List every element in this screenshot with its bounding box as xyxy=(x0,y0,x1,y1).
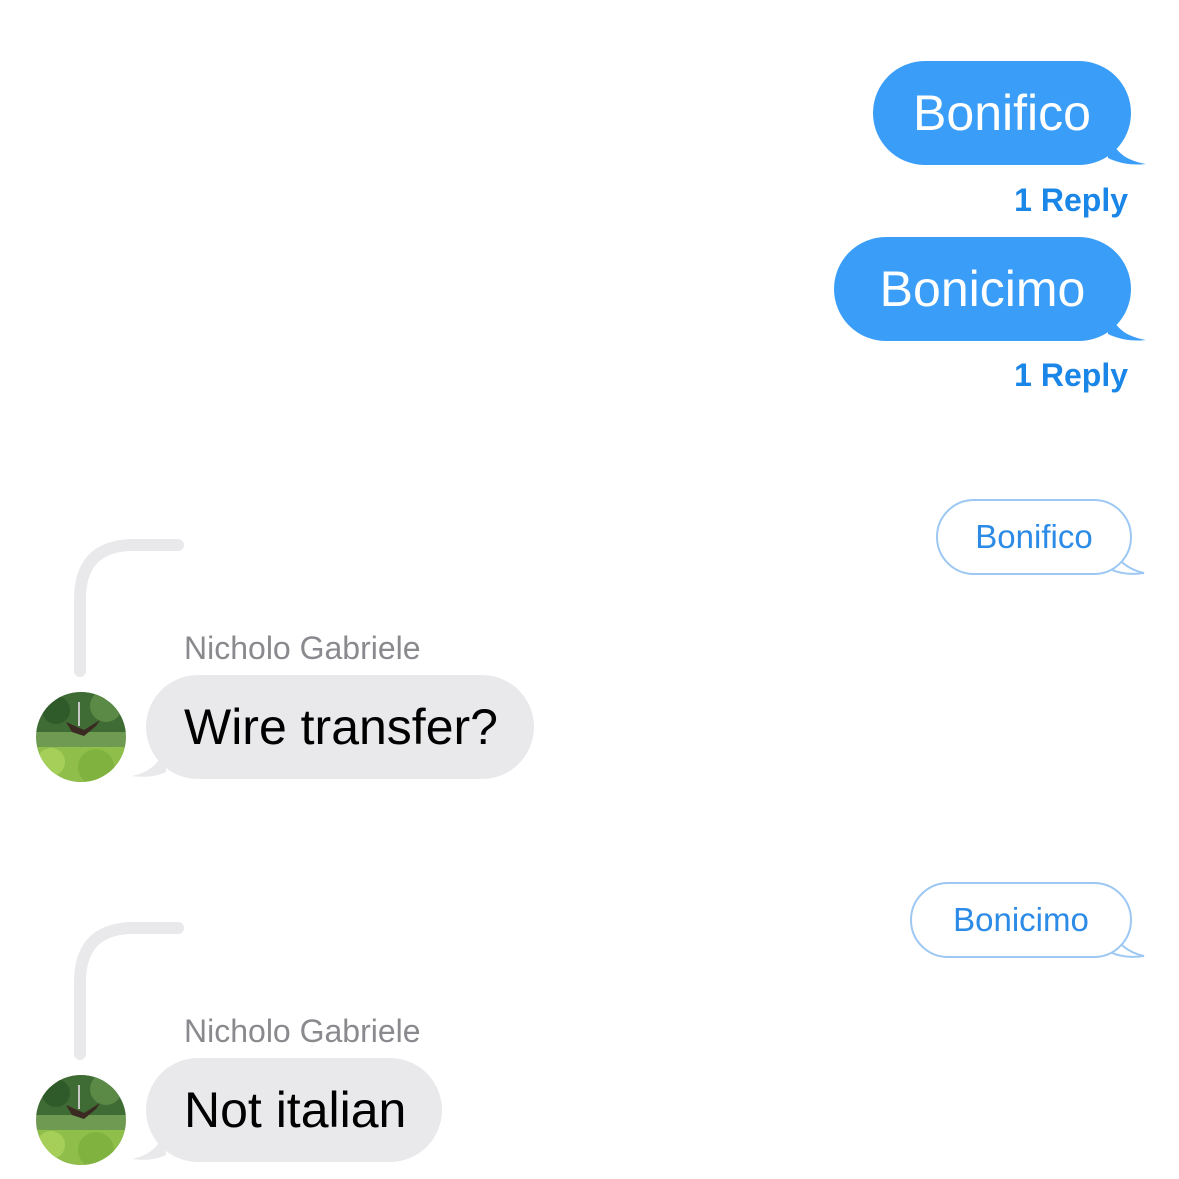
quoted-message-text: Bonifico xyxy=(975,518,1093,555)
thread-connector-line xyxy=(74,539,184,677)
contact-photo-icon[interactable] xyxy=(36,692,126,782)
sent-message-text: Bonicimo xyxy=(879,261,1086,317)
sent-bubble-bonifico[interactable]: Bonifico xyxy=(873,61,1131,165)
reply-count-link[interactable]: 1 Reply xyxy=(980,357,1128,394)
quoted-message-bonifico[interactable]: Bonifico xyxy=(936,499,1132,575)
sender-name: Nicholo Gabriele xyxy=(184,1013,421,1049)
sender-name: Nicholo Gabriele xyxy=(184,630,421,666)
thread-connector-line xyxy=(74,922,184,1060)
received-bubble[interactable]: Not italian xyxy=(146,1058,443,1162)
received-message-text: Not italian xyxy=(184,1082,407,1138)
reply-count-link[interactable]: 1 Reply xyxy=(980,182,1128,219)
sent-bubble-bonicimo[interactable]: Bonicimo xyxy=(834,237,1131,341)
quoted-message-text: Bonicimo xyxy=(953,901,1089,938)
received-bubble[interactable]: Wire transfer? xyxy=(146,675,534,779)
sent-message-text: Bonifico xyxy=(913,85,1091,141)
received-message-text: Wire transfer? xyxy=(184,699,498,755)
quoted-message-bonicimo[interactable]: Bonicimo xyxy=(910,882,1132,958)
contact-photo-icon[interactable] xyxy=(36,1075,126,1165)
